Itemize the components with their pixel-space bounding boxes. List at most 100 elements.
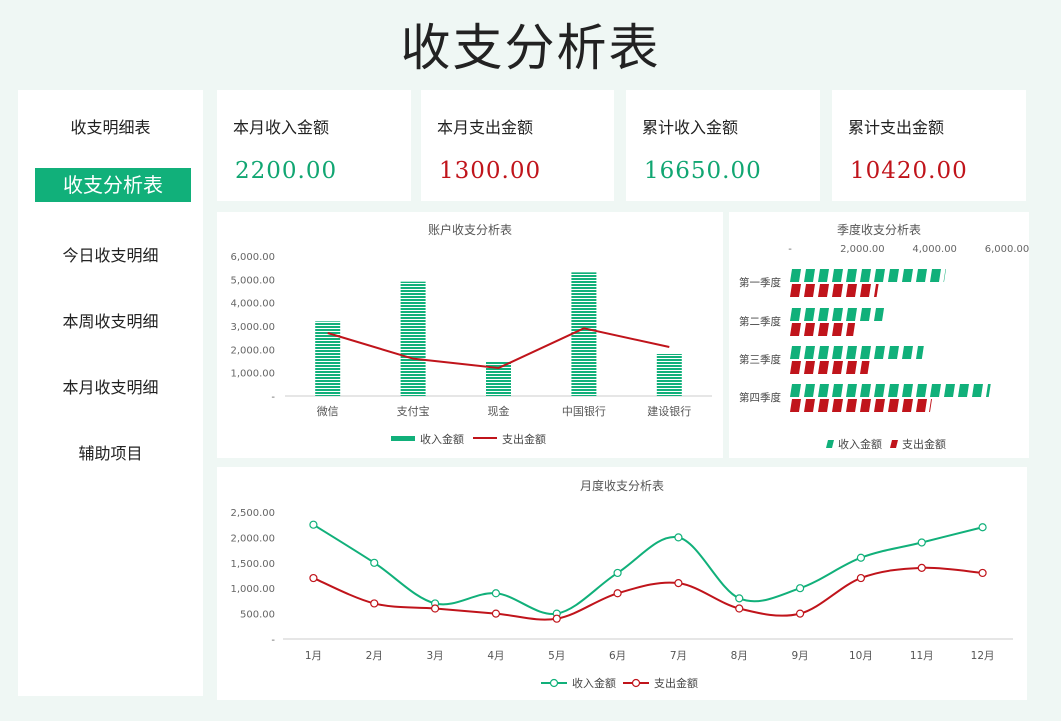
legend-label-income: 收入金额 — [838, 437, 882, 451]
bar-segment — [832, 284, 843, 297]
bar-segment — [958, 384, 969, 397]
point-income — [917, 538, 926, 547]
point-income — [613, 568, 622, 578]
bar-segment — [874, 269, 885, 282]
point-expense — [370, 599, 379, 608]
x-tick-label: 8月 — [731, 650, 748, 662]
bar-segment — [888, 399, 899, 412]
x-tick-label: 11月 — [910, 650, 934, 662]
chart-title: 季度收支分析表 — [837, 222, 921, 237]
bar-segment — [846, 308, 857, 321]
bar-segment — [916, 399, 927, 412]
bar-segment — [874, 399, 885, 412]
sidebar-item-today-detail[interactable]: 今日收支明细 — [18, 242, 203, 266]
legend-marker-expense — [631, 678, 641, 688]
y-tick-label: 3,000.00 — [230, 322, 275, 333]
bar-income — [315, 321, 341, 396]
bar-segment — [804, 399, 815, 412]
account-chart: 账户收支分析表 6,000.00 5,000.00 4,000.00 3,000.00 2… — [230, 222, 712, 446]
legend-label-income: 收入金额 — [572, 676, 616, 690]
bar-segment — [929, 399, 932, 412]
sidebar-item-detail-table[interactable]: 收支明细表 — [18, 114, 203, 138]
bar-segment — [860, 361, 870, 374]
bar-segment — [930, 384, 941, 397]
quarter-chart-panel: 季度收支分析表 - 2,000.00 4,000.00 6,000.00 第一季度 第二季度… — [729, 212, 1029, 458]
monthly-chart: 月度收支分析表 2,500.00 2,000.00 1,500.00 1,000.00 5… — [230, 478, 1013, 690]
bar-segment — [916, 269, 927, 282]
point-income — [735, 594, 744, 603]
sidebar-item-auxiliary[interactable]: 辅助项目 — [18, 440, 203, 464]
bar-segment — [860, 346, 871, 359]
bar-income — [656, 354, 682, 396]
point-expense — [795, 609, 805, 618]
y-tick-label: 1,000.00 — [230, 369, 275, 380]
bar-segment — [790, 269, 801, 282]
bar-segment — [804, 323, 815, 336]
bar-segment — [818, 323, 829, 336]
category-label: 第二季度 — [739, 315, 781, 328]
point-expense — [978, 568, 987, 578]
bar-segment — [832, 308, 843, 321]
quarter-chart: 季度收支分析表 - 2,000.00 4,000.00 6,000.00 第一季度第二季度… — [739, 222, 1029, 451]
bar-segment — [846, 323, 856, 336]
bar-segment — [846, 399, 857, 412]
point-expense — [674, 579, 683, 588]
bar-segment — [916, 346, 924, 359]
bar-segment — [846, 346, 857, 359]
point-income — [795, 584, 805, 593]
kpi-value: 2200.00 — [235, 158, 338, 184]
bar-segment — [874, 308, 885, 321]
point-income — [674, 533, 683, 542]
category-label: 第一季度 — [739, 276, 781, 289]
legend-label-income: 收入金额 — [420, 432, 464, 446]
bar-income — [571, 272, 597, 396]
bar-segment — [790, 346, 801, 359]
point-expense — [735, 604, 744, 613]
point-expense — [552, 614, 561, 623]
bar-segment — [860, 384, 871, 397]
bar-segment — [888, 346, 899, 359]
bar-segment — [832, 269, 843, 282]
line-income — [312, 523, 983, 615]
bar-segment — [790, 384, 801, 397]
bar-segment — [832, 361, 843, 374]
bar-segment — [902, 346, 913, 359]
legend-label-expense: 支出金额 — [902, 437, 946, 451]
bar-segment — [818, 346, 829, 359]
bar-segment — [804, 284, 815, 297]
x-tick-label: 4月 — [487, 650, 504, 662]
x-tick-label: 7月 — [670, 650, 687, 662]
point-income — [370, 558, 379, 567]
x-tick-label: 12月 — [971, 650, 995, 662]
bar-segment — [902, 384, 913, 397]
kpi-card-total-income: 累计收入金额 16650.00 — [626, 90, 820, 201]
bar-segment — [888, 269, 899, 282]
bar-segment — [874, 284, 879, 297]
bar-segment — [818, 269, 829, 282]
bar-segment — [804, 361, 815, 374]
sidebar-item-week-detail[interactable]: 本周收支明细 — [18, 308, 203, 332]
point-expense — [613, 589, 622, 598]
monthly-chart-panel: 月度收支分析表 2,500.00 2,000.00 1,500.00 1,000.00 5… — [217, 467, 1027, 700]
x-tick-label: 中国银行 — [562, 404, 606, 418]
bar-segment — [888, 384, 899, 397]
y-tick-label: - — [271, 392, 275, 403]
kpi-label: 累计支出金额 — [848, 118, 945, 137]
point-income — [309, 520, 318, 529]
point-expense — [491, 609, 501, 618]
point-expense — [309, 573, 318, 583]
sidebar-item-month-detail[interactable]: 本月收支明细 — [18, 374, 203, 398]
sidebar-item-analysis-table[interactable]: 收支分析表 — [35, 168, 191, 202]
x-tick-label: 1月 — [305, 650, 322, 662]
bar-segment — [846, 269, 857, 282]
bar-segment — [818, 384, 829, 397]
bar-segment — [943, 269, 946, 282]
bar-segment — [818, 308, 829, 321]
bar-segment — [916, 384, 927, 397]
legend-label-expense: 支出金额 — [502, 432, 546, 446]
kpi-card-month-income: 本月收入金额 2200.00 — [217, 90, 411, 201]
bar-segment — [832, 384, 843, 397]
kpi-label: 本月收入金额 — [233, 118, 330, 137]
x-tick-label: 微信 — [317, 404, 339, 418]
bar-segment — [860, 284, 871, 297]
